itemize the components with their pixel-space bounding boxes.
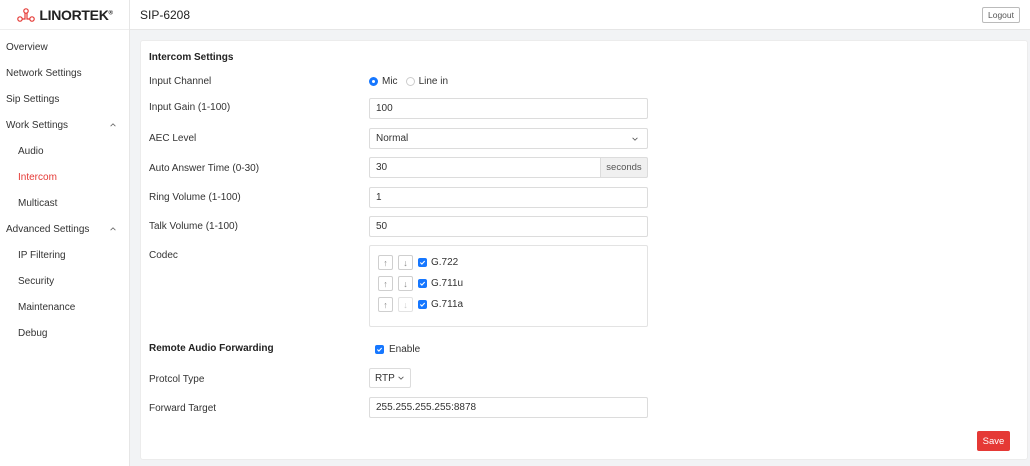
chevron-down-icon: [632, 137, 638, 141]
seconds-addon: seconds: [600, 157, 648, 178]
logo-icon: [17, 7, 36, 22]
input-channel-label: Input Channel: [149, 76, 212, 87]
protocol-type-select[interactable]: RTP: [369, 368, 411, 388]
chevron-up-icon: [110, 123, 116, 127]
radio-mic[interactable]: Mic: [369, 76, 398, 87]
move-up-button[interactable]: ↑: [378, 255, 393, 270]
codec-row: ↑ ↓ G.722: [378, 255, 458, 270]
chevron-down-icon: [398, 376, 404, 380]
sidebar-item-work-settings[interactable]: Work Settings: [0, 112, 129, 138]
codec-row: ↑ ↓ G.711u: [378, 276, 463, 291]
codec-label: Codec: [149, 250, 178, 261]
save-button[interactable]: Save: [977, 431, 1010, 451]
sidebar-item-maintenance[interactable]: Maintenance: [0, 294, 129, 320]
checkbox-checked-icon: [418, 258, 427, 267]
move-up-button[interactable]: ↑: [378, 276, 393, 291]
sidebar-item-sip-settings[interactable]: Sip Settings: [0, 86, 129, 112]
input-gain-label: Input Gain (1-100): [149, 102, 231, 113]
sidebar-item-security[interactable]: Security: [0, 268, 129, 294]
input-channel-radio-group: Mic Line in: [369, 76, 448, 87]
brand-logo: LINORTEK®: [0, 0, 129, 30]
codec-row: ↑ ↓ G.711a: [378, 297, 463, 312]
radio-unselected-icon: [405, 77, 415, 86]
codec-checkbox-g711u[interactable]: G.711u: [418, 278, 463, 289]
sidebar-item-advanced-settings[interactable]: Advanced Settings: [0, 216, 129, 242]
auto-answer-input[interactable]: 30: [369, 157, 600, 178]
input-gain-field[interactable]: 100: [369, 98, 648, 119]
aec-level-label: AEC Level: [149, 133, 197, 144]
protocol-type-label: Protcol Type: [149, 374, 205, 385]
sidebar: LINORTEK® Overview Network Settings Sip …: [0, 0, 130, 466]
logo-wordmark: LINORTEK®: [39, 6, 113, 23]
sidebar-item-intercom[interactable]: Intercom: [0, 164, 129, 190]
top-bar: SIP-6208 Logout: [130, 0, 1030, 30]
sidebar-item-ip-filtering[interactable]: IP Filtering: [0, 242, 129, 268]
radio-selected-icon: [369, 77, 378, 86]
codec-checkbox-g711a[interactable]: G.711a: [418, 299, 463, 310]
codec-list: ↑ ↓ G.722 ↑ ↓ G.711u ↑ ↓ G.711a: [369, 245, 648, 327]
aec-level-select[interactable]: Normal: [369, 128, 648, 149]
sidebar-nav: Overview Network Settings Sip Settings W…: [0, 30, 129, 346]
move-down-button[interactable]: ↓: [398, 276, 413, 291]
checkbox-checked-icon: [375, 345, 384, 354]
forward-target-label: Forward Target: [149, 403, 217, 414]
sidebar-item-network-settings[interactable]: Network Settings: [0, 60, 129, 86]
sidebar-item-multicast[interactable]: Multicast: [0, 190, 129, 216]
chevron-up-icon: [110, 227, 116, 231]
move-up-button[interactable]: ↑: [378, 297, 393, 312]
move-down-button[interactable]: ↓: [398, 255, 413, 270]
enable-checkbox[interactable]: Enable: [375, 344, 420, 355]
talk-volume-label: Talk Volume (1-100): [149, 221, 238, 232]
section-title-remote-audio: Remote Audio Forwarding: [149, 343, 274, 354]
forward-target-field[interactable]: 255.255.255.255:8878: [369, 397, 648, 418]
device-name: SIP-6208: [140, 7, 191, 22]
sidebar-item-overview[interactable]: Overview: [0, 34, 129, 60]
auto-answer-field: 30 seconds: [369, 157, 648, 178]
checkbox-checked-icon: [418, 300, 427, 309]
ring-volume-field[interactable]: 1: [369, 187, 648, 208]
ring-volume-label: Ring Volume (1-100): [149, 192, 241, 203]
talk-volume-field[interactable]: 50: [369, 216, 648, 237]
intercom-settings-panel: Intercom Settings Input Channel Mic Line…: [140, 40, 1028, 460]
checkbox-checked-icon: [418, 279, 427, 288]
logout-button[interactable]: Logout: [982, 6, 1020, 23]
move-down-button[interactable]: ↓: [398, 297, 413, 312]
section-title-intercom: Intercom Settings: [149, 52, 234, 63]
auto-answer-label: Auto Answer Time (0-30): [149, 163, 260, 174]
sidebar-item-audio[interactable]: Audio: [0, 138, 129, 164]
codec-checkbox-g722[interactable]: G.722: [418, 257, 458, 268]
radio-line-in[interactable]: Line in: [405, 76, 448, 87]
sidebar-item-debug[interactable]: Debug: [0, 320, 129, 346]
